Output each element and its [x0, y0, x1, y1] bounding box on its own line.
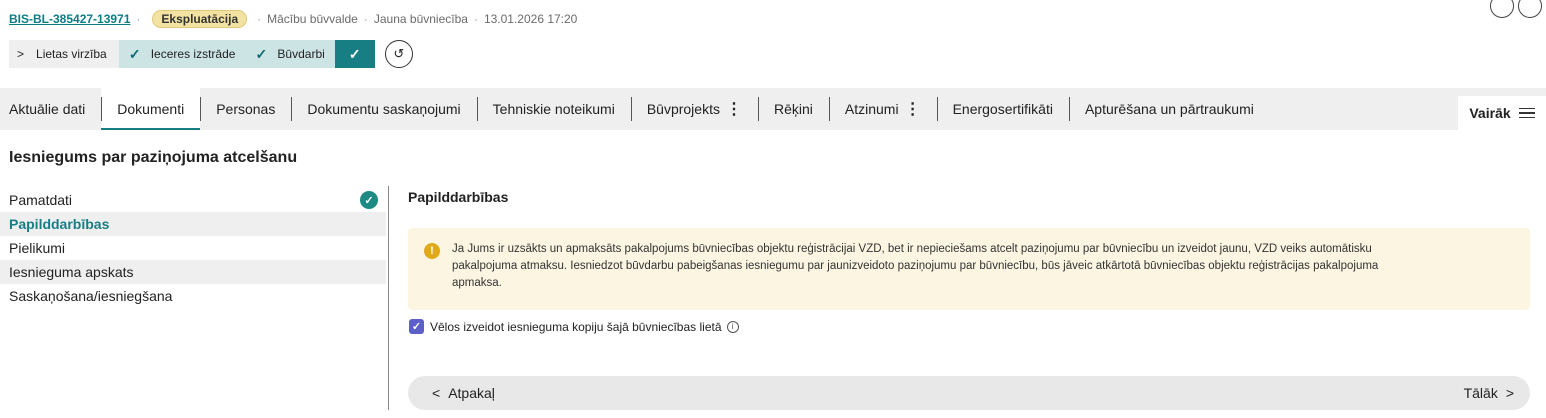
- tab-label: Tehniskie noteikumi: [492, 101, 615, 117]
- history-button[interactable]: ↺: [384, 40, 413, 68]
- tab-atzinumi[interactable]: Atzinumi ⋮: [828, 88, 937, 130]
- more-label: Vairāk: [1469, 105, 1511, 121]
- divider: [388, 186, 389, 410]
- separator: ·: [136, 12, 141, 26]
- step-pamatdati[interactable]: Pamatdati ✓: [0, 188, 386, 212]
- authority-text: Mācību būvvalde: [267, 12, 358, 26]
- case-type-text: Jauna būvniecība: [373, 12, 468, 26]
- stage-buvdarbi[interactable]: ✓ Būvdarbi: [245, 40, 335, 68]
- tab-rekini[interactable]: Rēķini: [757, 88, 829, 130]
- case-meta-line: BIS-BL-385427-13971 · Ekspluatācija · Mā…: [9, 9, 577, 29]
- check-icon: ✓: [255, 45, 268, 62]
- separator: ·: [257, 12, 262, 26]
- step-label: Saskaņošana/iesniegšana: [9, 288, 173, 304]
- info-icon[interactable]: i: [726, 320, 739, 333]
- tab-label: Atzinumi: [844, 101, 899, 117]
- chevron-right-icon: >: [1505, 385, 1514, 401]
- separator: ·: [363, 12, 368, 26]
- tab-label: Rēķini: [773, 101, 813, 117]
- case-progress-toggle[interactable]: > Lietas virzība: [9, 40, 119, 68]
- case-id-link[interactable]: BIS-BL-385427-13971: [9, 12, 130, 26]
- step-papilddarbibas[interactable]: Papilddarbības: [0, 212, 386, 236]
- kebab-menu-icon[interactable]: ⋮: [726, 99, 742, 119]
- tab-label: Personas: [216, 101, 276, 117]
- copy-application-checkbox[interactable]: ✓: [409, 319, 424, 334]
- tab-apturesana[interactable]: Apturēšana un pārtraukumi: [1068, 88, 1270, 130]
- separator: ·: [473, 12, 478, 26]
- warning-icon: !: [424, 243, 440, 259]
- step-navigation: Pamatdati ✓ Papilddarbības Pielikumi Ies…: [0, 188, 386, 308]
- copy-application-option: ✓ Vēlos izveidot iesnieguma kopiju šajā …: [409, 319, 739, 334]
- tab-personas[interactable]: Personas: [200, 88, 291, 130]
- check-icon: ✓: [128, 45, 141, 62]
- tab-dokumentu-saskanojumi[interactable]: Dokumentu saskaņojumi: [291, 88, 476, 130]
- chevron-left-icon: <: [432, 385, 441, 401]
- header-action-button[interactable]: [1518, 0, 1542, 18]
- check-icon: ✓: [348, 45, 361, 62]
- back-button[interactable]: < Atpakaļ: [432, 376, 495, 410]
- next-button[interactable]: Tālāk >: [1464, 376, 1514, 410]
- tab-label: Būvprojekts: [646, 101, 720, 117]
- tab-label: Energosertifikāti: [952, 101, 1053, 117]
- step-pager: < Atpakaļ Tālāk >: [408, 376, 1530, 410]
- tab-aktualie-dati[interactable]: Aktuālie dati: [0, 88, 101, 130]
- checkbox-label[interactable]: Vēlos izveidot iesnieguma kopiju šajā bū…: [430, 320, 722, 334]
- next-label: Tālāk: [1463, 385, 1498, 401]
- case-progress-label: Lietas virzība: [36, 47, 107, 61]
- tab-buvprojekts[interactable]: Būvprojekts ⋮: [630, 88, 758, 130]
- history-icon: ↺: [393, 46, 405, 61]
- stage-label: Būvdarbi: [277, 47, 325, 61]
- tab-label: Dokumenti: [117, 101, 185, 117]
- case-progress-stages: > Lietas virzība ✓ Ieceres izstrāde ✓ Bū…: [9, 40, 413, 68]
- more-button[interactable]: Vairāk: [1458, 96, 1546, 130]
- stage-current[interactable]: ✓: [334, 40, 375, 68]
- check-circle-icon: ✓: [360, 191, 378, 209]
- step-iesnieguma-apskats[interactable]: Iesnieguma apskats: [0, 260, 386, 284]
- step-label: Pielikumi: [9, 240, 66, 256]
- kebab-menu-icon[interactable]: ⋮: [905, 99, 921, 119]
- step-label: Iesnieguma apskats: [9, 264, 134, 280]
- datetime-text: 13.01.2026 17:20: [483, 12, 578, 26]
- tab-bar: Aktuālie dati Dokumenti Personas Dokumen…: [0, 88, 1546, 130]
- info-notice: ! Ja Jums ir uzsākts un apmaksāts pakalp…: [408, 228, 1530, 310]
- stage-ieceres-izstrade[interactable]: ✓ Ieceres izstrāde: [118, 40, 246, 68]
- tab-energosertifikati[interactable]: Energosertifikāti: [936, 88, 1069, 130]
- back-label: Atpakaļ: [448, 385, 495, 401]
- tab-label: Apturēšana un pārtraukumi: [1084, 101, 1254, 117]
- step-pielikumi[interactable]: Pielikumi: [0, 236, 386, 260]
- notice-text: Ja Jums ir uzsākts un apmaksāts pakalpoj…: [452, 243, 1379, 289]
- tab-label: Dokumentu saskaņojumi: [307, 101, 461, 117]
- page-title: Iesniegums par paziņojuma atcelšanu: [9, 149, 298, 166]
- step-saskanosana-iesniegsana[interactable]: Saskaņošana/iesniegšana: [0, 284, 386, 308]
- section-title: Papilddarbības: [408, 189, 509, 205]
- hamburger-icon: [1518, 105, 1535, 122]
- tab-label: Aktuālie dati: [9, 101, 86, 117]
- status-badge: Ekspluatācija: [152, 10, 248, 28]
- chevron-right-icon: >: [17, 47, 25, 61]
- step-label: Papilddarbības: [9, 216, 110, 232]
- tab-tehniskie-noteikumi[interactable]: Tehniskie noteikumi: [476, 88, 631, 130]
- tab-dokumenti[interactable]: Dokumenti: [101, 88, 201, 130]
- header-action-button[interactable]: [1490, 0, 1514, 18]
- stage-label: Ieceres izstrāde: [150, 47, 236, 61]
- step-label: Pamatdati: [9, 192, 73, 208]
